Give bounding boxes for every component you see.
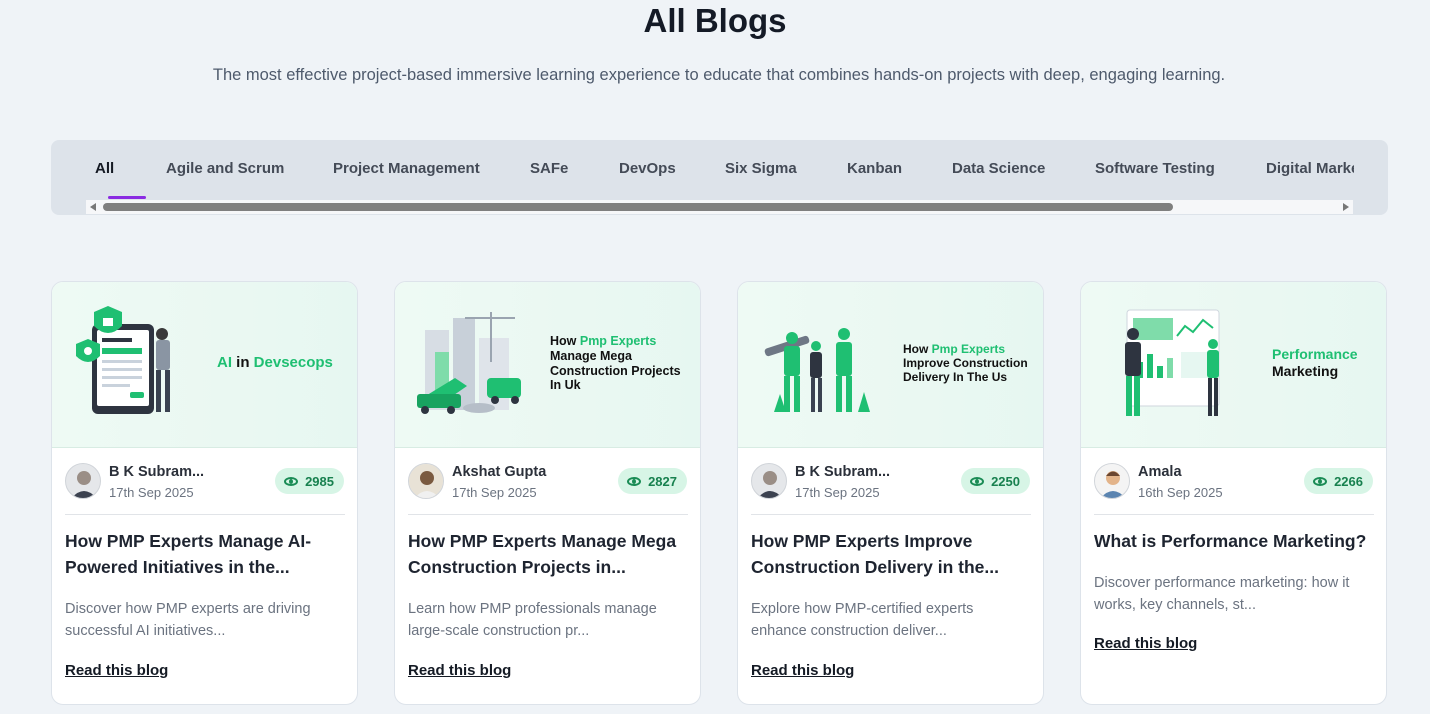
views-count: 2985 <box>305 473 334 489</box>
category-tabs: All Agile and Scrum Project Management S… <box>51 140 1388 215</box>
scroll-left-arrow-icon[interactable] <box>90 203 96 211</box>
eye-icon <box>284 476 299 486</box>
blog-description: Discover how PMP experts are driving suc… <box>65 601 311 639</box>
author-avatar <box>1094 463 1130 499</box>
page-subtitle: The most effective project-based immersi… <box>212 66 1226 84</box>
tab-data-science[interactable]: Data Science <box>952 160 1045 177</box>
post-date: 16th Sep 2025 <box>1138 485 1223 500</box>
post-date: 17th Sep 2025 <box>452 485 537 500</box>
views-badge: 2266 <box>1304 468 1373 494</box>
tab-devops[interactable]: DevOps <box>619 160 676 177</box>
blog-title[interactable]: How PMP Experts Manage AI-Powered Initia… <box>65 528 347 580</box>
tab-six-sigma[interactable]: Six Sigma <box>725 160 797 177</box>
blog-description: Learn how PMP professionals manage large… <box>408 601 657 639</box>
blog-title[interactable]: What is Performance Marketing? <box>1094 528 1376 554</box>
tab-kanban[interactable]: Kanban <box>847 160 902 177</box>
tab-digital-marketing[interactable]: Digital Marke <box>1266 160 1354 177</box>
post-date: 17th Sep 2025 <box>109 485 194 500</box>
author-name: B K Subram... <box>109 464 205 480</box>
tabs-row: All Agile and Scrum Project Management S… <box>84 140 1354 200</box>
card-divider <box>1094 514 1374 515</box>
blog-card[interactable]: AI in Devsecops B K Subram... 17th Sep 2… <box>51 281 358 705</box>
blog-description: Explore how PMP-certified experts enhanc… <box>751 601 974 639</box>
active-tab-indicator <box>108 196 146 199</box>
blog-title[interactable]: How PMP Experts Improve Construction Del… <box>751 528 1033 580</box>
tab-software-testing[interactable]: Software Testing <box>1095 160 1215 177</box>
read-blog-link[interactable]: Read this blog <box>1094 635 1197 652</box>
author-avatar <box>408 463 444 499</box>
author-name: B K Subram... <box>795 464 891 480</box>
card-divider <box>65 514 345 515</box>
card-divider <box>751 514 1031 515</box>
image-caption: How Pmp Experts Manage Mega Construction… <box>550 334 681 393</box>
tab-agile-and-scrum[interactable]: Agile and Scrum <box>166 160 284 177</box>
blog-title[interactable]: How PMP Experts Manage Mega Construction… <box>408 528 690 580</box>
blog-card-image: How Pmp Experts Manage Mega Construction… <box>395 282 700 448</box>
post-date: 17th Sep 2025 <box>795 485 880 500</box>
blog-card[interactable]: Performance Marketing Amala 16th Sep 202… <box>1080 281 1387 705</box>
author-avatar <box>751 463 787 499</box>
blog-card-image: Performance Marketing <box>1081 282 1386 448</box>
image-caption: AI in Devsecops <box>217 354 333 371</box>
views-count: 2266 <box>1334 473 1363 489</box>
eye-icon <box>627 476 642 486</box>
card-divider <box>408 514 688 515</box>
image-caption: How Pmp Experts Improve Construction Del… <box>903 342 1028 385</box>
read-blog-link[interactable]: Read this blog <box>408 662 511 679</box>
page-title: All Blogs <box>643 2 787 39</box>
tab-all[interactable]: All <box>95 160 114 177</box>
eye-icon <box>1313 476 1328 486</box>
author-name: Akshat Gupta <box>452 464 547 480</box>
tab-project-management[interactable]: Project Management <box>333 160 480 177</box>
views-count: 2250 <box>991 473 1020 489</box>
blog-card[interactable]: How Pmp Experts Improve Construction Del… <box>737 281 1044 705</box>
blog-card[interactable]: How Pmp Experts Manage Mega Construction… <box>394 281 701 705</box>
views-badge: 2985 <box>275 468 344 494</box>
eye-icon <box>970 476 985 486</box>
views-badge: 2250 <box>961 468 1030 494</box>
scroll-right-arrow-icon[interactable] <box>1343 203 1349 211</box>
blog-card-image: How Pmp Experts Improve Construction Del… <box>738 282 1043 448</box>
tab-safe[interactable]: SAFe <box>530 160 568 177</box>
read-blog-link[interactable]: Read this blog <box>751 662 854 679</box>
image-caption: Performance Marketing <box>1272 346 1358 379</box>
read-blog-link[interactable]: Read this blog <box>65 662 168 679</box>
views-count: 2827 <box>648 473 677 489</box>
author-name: Amala <box>1138 464 1182 480</box>
blog-card-image: AI in Devsecops <box>52 282 357 448</box>
scrollbar-thumb[interactable] <box>103 203 1173 211</box>
author-avatar <box>65 463 101 499</box>
views-badge: 2827 <box>618 468 687 494</box>
tabs-scrollbar[interactable] <box>86 200 1353 214</box>
blog-description: Discover performance marketing: how it w… <box>1094 575 1350 613</box>
